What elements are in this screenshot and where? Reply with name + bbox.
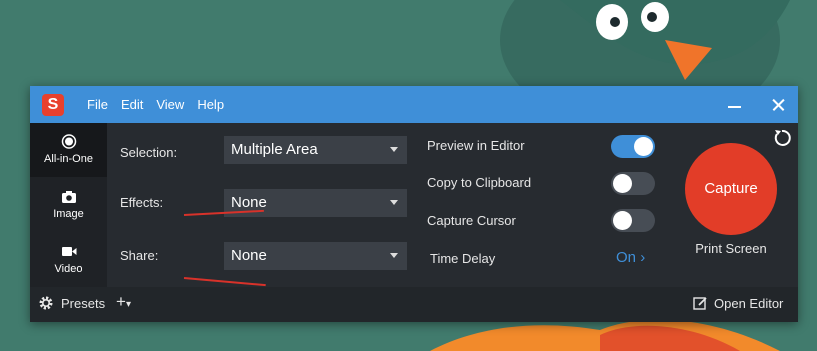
menu-bar: File Edit View Help	[87, 86, 237, 123]
mode-label: Image	[53, 208, 84, 220]
capture-window: S File Edit View Help All-in-One Image V…	[30, 86, 798, 322]
annotation-arrow	[183, 277, 266, 287]
share-dropdown[interactable]: None	[224, 242, 407, 270]
add-preset-button[interactable]: +▾	[116, 292, 131, 312]
reset-icon[interactable]	[772, 128, 792, 148]
copy-to-clipboard-label: Copy to Clipboard	[427, 175, 532, 190]
toggle-knob	[613, 211, 632, 230]
mode-video[interactable]: Video	[30, 233, 107, 287]
title-bar: S File Edit View Help	[30, 86, 798, 123]
capture-hotkey: Print Screen	[695, 241, 767, 256]
toggle-knob	[613, 174, 632, 193]
mode-image[interactable]: Image	[30, 178, 107, 232]
minimize-button[interactable]	[724, 94, 746, 116]
time-delay-value[interactable]: On ›	[616, 249, 645, 266]
presets-label[interactable]: Presets	[61, 296, 105, 311]
selection-dropdown[interactable]: Multiple Area	[224, 136, 407, 164]
preview-in-editor-label: Preview in Editor	[427, 138, 525, 153]
mode-all-in-one[interactable]: All-in-One	[30, 123, 107, 177]
share-value: None	[231, 247, 267, 264]
effects-dropdown[interactable]: None	[224, 189, 407, 217]
menu-file[interactable]: File	[87, 97, 108, 112]
chevron-down-icon	[390, 147, 398, 152]
effects-label: Effects:	[120, 195, 164, 210]
menu-help[interactable]: Help	[197, 97, 224, 112]
snagit-logo: S	[42, 94, 64, 116]
capture-button[interactable]: Capture	[685, 143, 777, 235]
copy-to-clipboard-toggle[interactable]	[611, 172, 655, 195]
chevron-down-icon	[390, 200, 398, 205]
effects-value: None	[231, 194, 267, 211]
share-label: Share:	[120, 248, 159, 263]
mode-sidebar: All-in-One Image Video	[30, 123, 107, 287]
close-button[interactable]	[768, 94, 790, 116]
toggle-knob	[634, 137, 653, 156]
selection-label: Selection:	[120, 145, 178, 160]
open-editor-icon	[693, 297, 707, 310]
footer-bar: Presets +▾ Open Editor	[30, 287, 798, 322]
all-in-one-icon	[61, 134, 77, 149]
time-delay-state: On	[616, 249, 637, 266]
open-editor-button[interactable]: Open Editor	[714, 296, 783, 311]
menu-view[interactable]: View	[156, 97, 184, 112]
preview-in-editor-toggle[interactable]	[611, 135, 655, 158]
capture-cursor-label: Capture Cursor	[427, 213, 516, 228]
time-delay-label: Time Delay	[430, 251, 496, 266]
mode-label: All-in-One	[44, 153, 93, 165]
chevron-right-icon: ›	[640, 249, 646, 266]
selection-value: Multiple Area	[231, 141, 318, 158]
menu-edit[interactable]: Edit	[121, 97, 143, 112]
video-camera-icon	[62, 247, 77, 256]
camera-icon	[62, 191, 76, 203]
capture-cursor-toggle[interactable]	[611, 209, 655, 232]
gear-icon[interactable]	[38, 295, 54, 311]
mode-label: Video	[54, 263, 83, 275]
chevron-down-icon	[390, 253, 398, 258]
